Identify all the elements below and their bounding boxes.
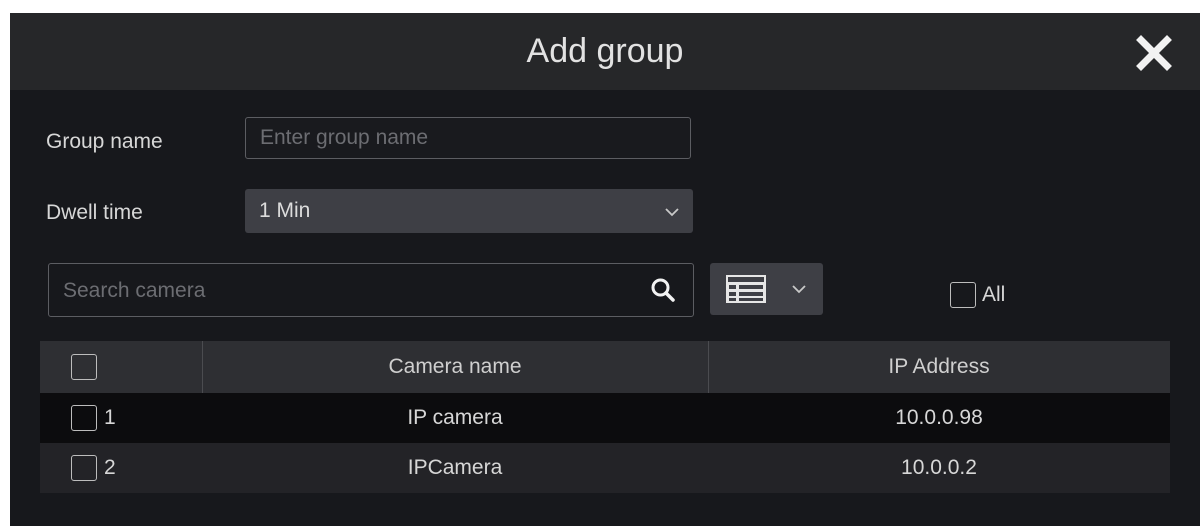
dwell-time-select[interactable]: 1 Min (245, 189, 693, 233)
chevron-down-icon (792, 285, 806, 294)
close-icon (1136, 35, 1172, 71)
table-row[interactable]: 1 IP camera 10.0.0.98 (40, 393, 1170, 443)
table-header: Camera name IP Address (40, 341, 1170, 393)
camera-name-cell: IPCamera (407, 456, 503, 479)
camera-table: Camera name IP Address 1 IP camera 10.0.… (40, 341, 1170, 526)
search-camera-input[interactable] (61, 264, 625, 318)
group-name-input[interactable] (245, 117, 691, 159)
ip-address-cell: 10.0.0.2 (901, 456, 977, 479)
list-view-icon (726, 275, 766, 303)
dialog-title: Add group (526, 32, 684, 70)
close-button[interactable] (1134, 33, 1174, 73)
group-name-label: Group name (46, 130, 163, 153)
select-all-label: All (982, 283, 1006, 306)
row-index: 2 (104, 456, 116, 479)
row-checkbox[interactable] (71, 455, 97, 481)
chevron-down-icon (665, 208, 679, 217)
row-index: 1 (104, 406, 116, 429)
dwell-time-value: 1 Min (259, 199, 311, 222)
select-all-checkbox[interactable] (950, 282, 976, 308)
dwell-time-label: Dwell time (46, 201, 143, 224)
ip-address-cell: 10.0.0.98 (895, 406, 983, 429)
dialog-title-bar: Add group (10, 13, 1200, 90)
table-row[interactable]: 2 IPCamera 10.0.0.2 (40, 443, 1170, 493)
column-header-camera-name: Camera name (388, 355, 522, 378)
view-mode-select[interactable] (710, 263, 823, 315)
add-group-dialog: Add group Group name Dwell time 1 Min (10, 13, 1200, 526)
column-header-ip-address: IP Address (888, 355, 990, 378)
search-camera-box (48, 263, 694, 318)
search-icon[interactable] (649, 276, 677, 304)
header-select-checkbox[interactable] (71, 354, 97, 380)
camera-name-cell: IP camera (407, 406, 503, 429)
row-checkbox[interactable] (71, 405, 97, 431)
